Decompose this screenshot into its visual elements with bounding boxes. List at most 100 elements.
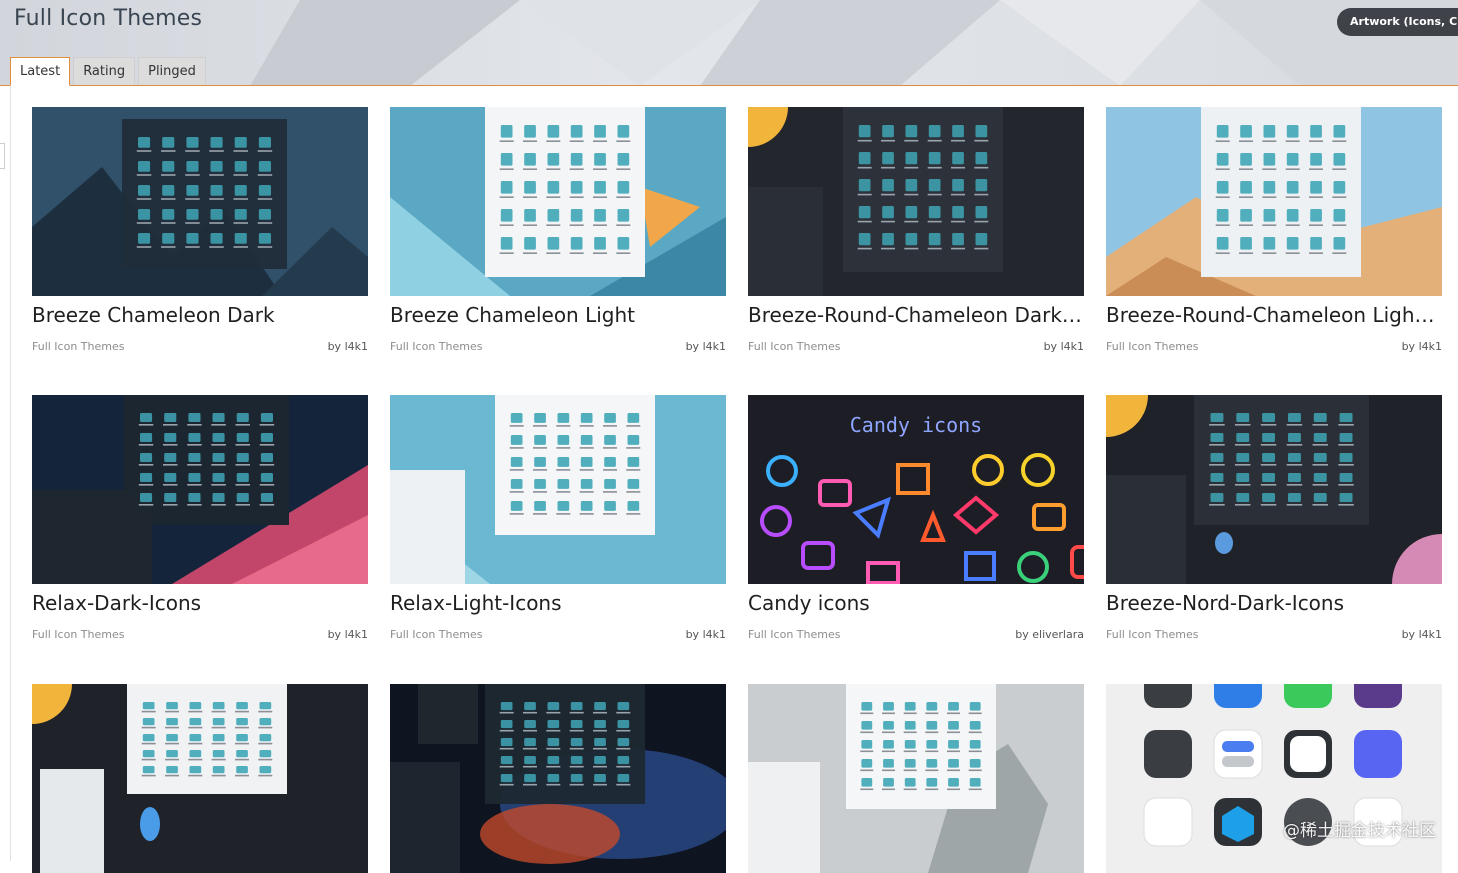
folder-icon (236, 473, 249, 482)
icon-caption-line (187, 484, 202, 486)
folder-icon (926, 702, 938, 711)
folder-icon (975, 179, 988, 192)
icon-caption-line (523, 711, 537, 714)
product-thumbnail[interactable] (1106, 395, 1442, 584)
folder-icon (882, 125, 894, 138)
icon-caption-line (1309, 140, 1323, 142)
folder-icon (883, 721, 894, 730)
product-category[interactable]: Full Icon Themes (1106, 340, 1198, 353)
product-title[interactable]: Breeze-Nord-Dark-Icons (1106, 589, 1442, 617)
folder-icon (138, 233, 151, 244)
product-thumbnail[interactable] (32, 684, 368, 873)
folder-icon (948, 759, 959, 768)
folder-icon (928, 179, 941, 192)
icon-caption-line (523, 252, 537, 254)
folder-icon (627, 479, 640, 489)
icon-caption-line (1235, 484, 1251, 486)
tab-rating[interactable]: Rating (73, 57, 136, 85)
tab-plinged[interactable]: Plinged (138, 57, 206, 85)
product-author[interactable]: l4k1 (1061, 340, 1084, 353)
icon-caption-line (951, 247, 965, 250)
folder-icon (594, 738, 606, 747)
folder-icon (594, 237, 606, 250)
product-category[interactable]: Full Icon Themes (748, 628, 840, 641)
product-thumbnail[interactable] (390, 107, 726, 296)
icon-caption-line (593, 729, 607, 732)
icon-caption-line (187, 424, 202, 426)
folder-icon (1310, 125, 1322, 138)
folder-icon (164, 413, 177, 422)
product-thumbnail[interactable] (748, 684, 1084, 873)
side-panel-handle[interactable] (0, 143, 5, 169)
category-pill[interactable]: Artwork (Icons, Curso (1337, 8, 1458, 36)
product-author[interactable]: eliverlara (1032, 628, 1084, 641)
product-title[interactable]: Relax-Light-Icons (390, 589, 726, 617)
folder-icon (594, 774, 606, 783)
product-category[interactable]: Full Icon Themes (32, 340, 124, 353)
folder-icon (166, 766, 178, 774)
product-thumbnail[interactable]: Candy icons (748, 395, 1084, 584)
product-author[interactable]: l4k1 (703, 340, 726, 353)
icon-caption-line (593, 168, 607, 170)
product-category[interactable]: Full Icon Themes (748, 340, 840, 353)
folder-icon (189, 734, 202, 742)
icon-caption-line (187, 464, 202, 466)
icon-caption-line (904, 193, 919, 196)
icon-caption-line (211, 504, 226, 506)
tab-latest[interactable]: Latest (10, 57, 71, 86)
icon-caption-line (556, 469, 571, 471)
folder-icon (524, 774, 536, 783)
folder-icon (189, 718, 202, 726)
icon-caption-line (533, 447, 547, 449)
product-thumbnail[interactable] (390, 684, 726, 873)
icon-caption-line (925, 769, 939, 772)
folder-icon (236, 750, 248, 758)
product-title[interactable]: Breeze-Round-Chameleon Dark Ic... (748, 301, 1084, 329)
folder-icon (570, 153, 583, 166)
product-author-line: by l4k1 (686, 340, 726, 353)
folder-icon (162, 137, 175, 148)
product-title[interactable]: Breeze Chameleon Dark (32, 301, 368, 329)
icon-caption-line (523, 196, 537, 198)
product-title[interactable]: Relax-Dark-Icons (32, 589, 368, 617)
folder-icon (905, 152, 918, 165)
icon-caption-line (857, 220, 872, 223)
icon-caption-line (616, 168, 631, 170)
product-author[interactable]: l4k1 (1419, 628, 1442, 641)
folder-icon (142, 702, 155, 710)
icon-caption-line (1332, 140, 1347, 142)
product-thumbnail[interactable] (32, 107, 368, 296)
product-title[interactable]: Breeze-Round-Chameleon Light Ic... (1106, 301, 1442, 329)
icon-caption-line (616, 747, 631, 750)
icon-caption-line (1209, 504, 1225, 506)
icon-caption-line (1332, 252, 1347, 254)
icon-caption-line (163, 444, 178, 446)
icon-caption-line (211, 424, 226, 426)
folder-icon (1333, 181, 1346, 194)
product-thumbnail[interactable] (1106, 684, 1442, 873)
product-author[interactable]: l4k1 (345, 340, 368, 353)
folder-icon (500, 720, 513, 729)
product-category[interactable]: Full Icon Themes (32, 628, 124, 641)
product-category[interactable]: Full Icon Themes (390, 628, 482, 641)
folder-icon (570, 774, 583, 783)
product-thumbnail[interactable] (1106, 107, 1442, 296)
folder-icon (952, 152, 964, 165)
folder-icon (212, 702, 225, 710)
product-title[interactable]: Breeze Chameleon Light (390, 301, 726, 329)
folder-icon (142, 718, 155, 726)
product-category[interactable]: Full Icon Themes (1106, 628, 1198, 641)
product-thumbnail[interactable] (390, 395, 726, 584)
icon-caption-line (211, 726, 226, 729)
product-category[interactable]: Full Icon Themes (390, 340, 482, 353)
product-title[interactable]: Candy icons (748, 589, 1084, 617)
product-author[interactable]: l4k1 (703, 628, 726, 641)
icon-caption-line (860, 731, 874, 734)
product-author[interactable]: l4k1 (1419, 340, 1442, 353)
product-thumbnail[interactable] (32, 395, 368, 584)
folder-icon (570, 181, 583, 194)
icon-caption-line (1239, 196, 1253, 198)
icon-caption-line (569, 224, 584, 226)
product-thumbnail[interactable] (748, 107, 1084, 296)
product-author[interactable]: l4k1 (345, 628, 368, 641)
